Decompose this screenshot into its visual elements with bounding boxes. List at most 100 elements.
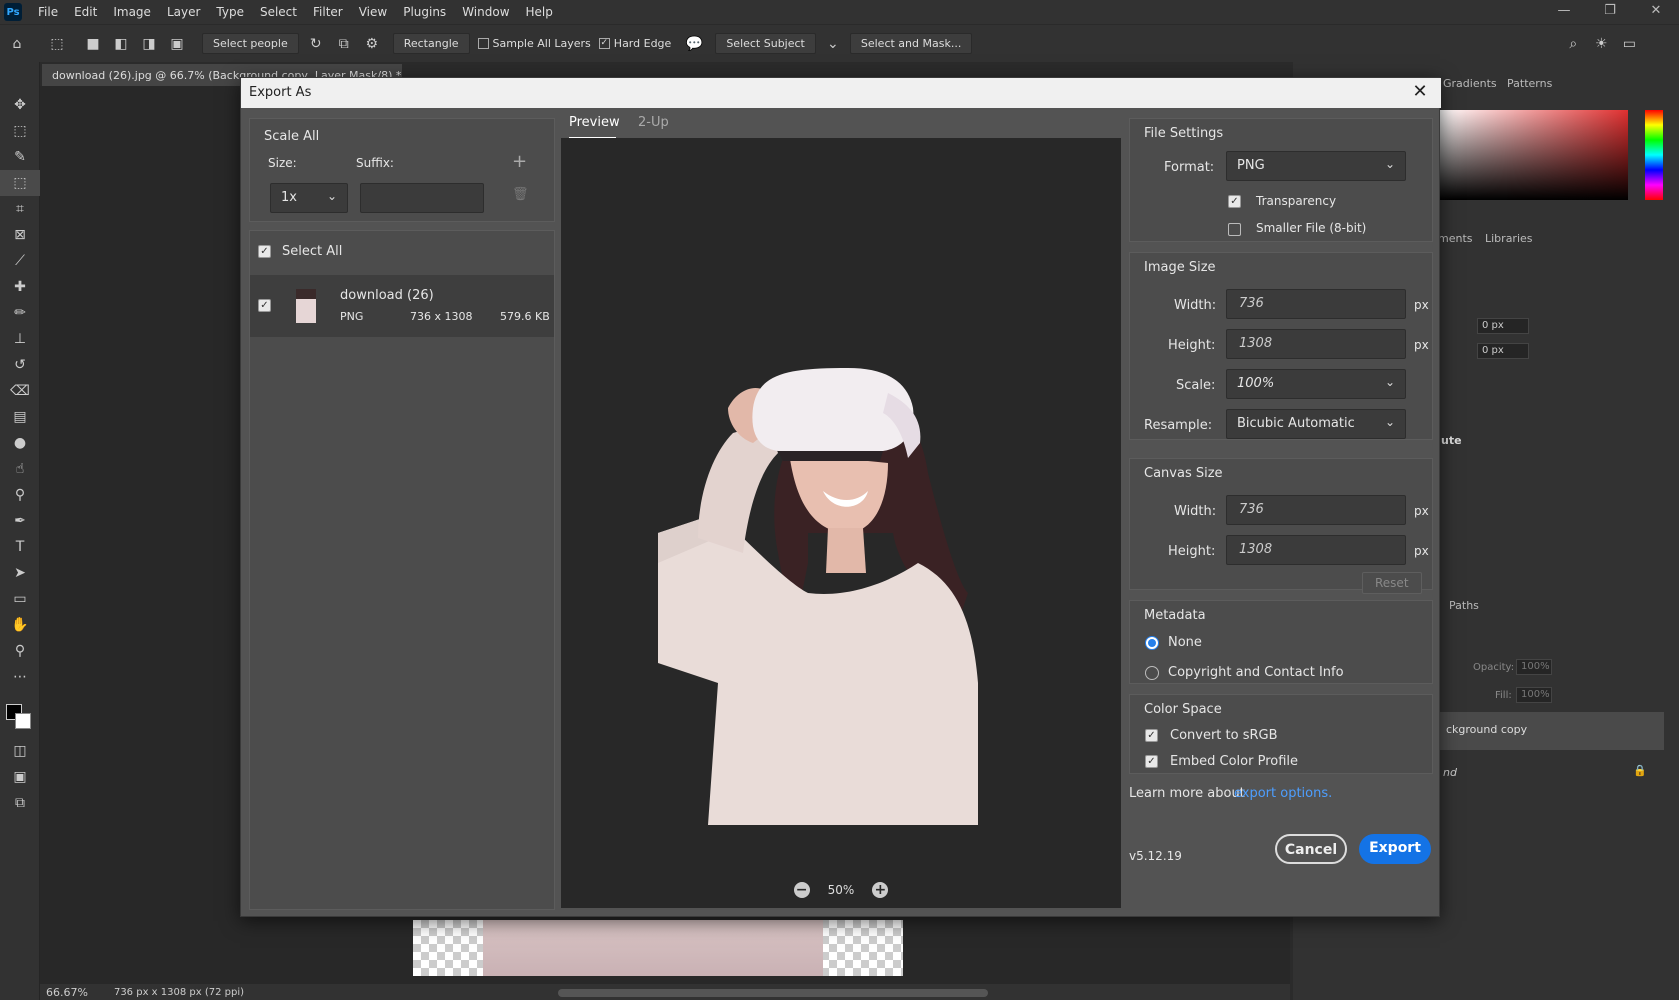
y-position-input[interactable]: 0 px xyxy=(1477,343,1529,359)
menu-image[interactable]: Image xyxy=(105,5,159,19)
discover-icon[interactable]: ☀ xyxy=(1590,33,1612,55)
history-brush-icon[interactable]: ↺ xyxy=(0,352,40,378)
image-height-input[interactable]: 1308 xyxy=(1226,329,1406,359)
menu-filter[interactable]: Filter xyxy=(305,5,351,19)
select-all-checkbox[interactable]: ✓ xyxy=(258,245,271,258)
asset-row[interactable]: ✓ download (26) PNG 736 x 1308 579.6 KB xyxy=(250,275,554,337)
convert-srgb-checkbox[interactable]: ✓ xyxy=(1145,729,1158,742)
maximize-button[interactable]: ❐ xyxy=(1587,0,1633,24)
rectangle-tool-icon[interactable]: ▭ xyxy=(0,586,40,612)
menu-plugins[interactable]: Plugins xyxy=(395,5,454,19)
healing-brush-icon[interactable]: ✚ xyxy=(0,274,40,300)
menu-type[interactable]: Type xyxy=(208,5,252,19)
eraser-tool-icon[interactable]: ⌫ xyxy=(0,378,40,404)
size-dropdown[interactable]: 1x ⌄ xyxy=(270,183,348,213)
search-icon[interactable]: ⌕ xyxy=(1562,33,1584,55)
menu-edit[interactable]: Edit xyxy=(66,5,105,19)
marquee-tool-icon[interactable]: ⬚ xyxy=(0,118,40,144)
resample-dropdown[interactable]: Bicubic Automatic ⌄ xyxy=(1226,409,1406,439)
select-and-mask-button[interactable]: Select and Mask... xyxy=(849,33,973,54)
menu-view[interactable]: View xyxy=(351,5,395,19)
opacity-input[interactable]: 100% xyxy=(1516,659,1552,675)
path-selection-icon[interactable]: ➤ xyxy=(0,560,40,586)
intersect-selection-icon[interactable]: ▣ xyxy=(166,33,188,55)
layer-name-background[interactable]: nd xyxy=(1443,766,1457,779)
select-subject-button[interactable]: Select Subject xyxy=(715,33,816,54)
format-dropdown[interactable]: PNG ⌄ xyxy=(1226,151,1406,181)
smudge-tool-icon[interactable]: ☝ xyxy=(0,456,40,482)
eyedropper-tool-icon[interactable]: ⟋ xyxy=(0,248,40,274)
screen-mode-icon[interactable]: ▣ xyxy=(0,764,40,790)
mode-dropdown[interactable]: Rectangle xyxy=(392,33,470,54)
chevron-down-icon[interactable]: ⌄ xyxy=(822,33,844,55)
frame-tool-icon[interactable]: ⊠ xyxy=(0,222,40,248)
tab-gradients[interactable]: Gradients xyxy=(1443,77,1497,90)
suffix-input[interactable] xyxy=(360,183,484,213)
hard-edge-checkbox[interactable]: ✓ Hard Edge xyxy=(598,37,671,50)
brush-tool-icon[interactable]: ✏ xyxy=(0,300,40,326)
close-icon[interactable]: ✕ xyxy=(1409,81,1431,103)
crop-tool-icon[interactable]: ⌗ xyxy=(0,196,40,222)
menu-layer[interactable]: Layer xyxy=(159,5,208,19)
object-selection-tool-icon[interactable]: ⬚ xyxy=(0,170,40,196)
hand-tool-icon[interactable]: ✋ xyxy=(0,612,40,638)
zoom-level[interactable]: 66.67% xyxy=(46,986,88,999)
sample-all-layers-checkbox[interactable]: Sample All Layers xyxy=(477,37,591,50)
layer-row-background-copy[interactable]: ckground copy xyxy=(1440,712,1664,750)
new-selection-icon[interactable]: ■ xyxy=(82,33,104,55)
close-window-button[interactable]: ✕ xyxy=(1633,0,1679,24)
canvas-height-input[interactable]: 1308 xyxy=(1226,535,1406,565)
asset-checkbox[interactable]: ✓ xyxy=(258,299,271,312)
type-tool-icon[interactable]: T xyxy=(0,534,40,560)
hue-slider[interactable] xyxy=(1645,110,1663,200)
menu-help[interactable]: Help xyxy=(518,5,561,19)
smaller-file-checkbox[interactable] xyxy=(1228,223,1241,236)
transparency-checkbox[interactable]: ✓ xyxy=(1228,195,1241,208)
trash-icon[interactable]: 🗑 xyxy=(512,187,529,202)
zoom-in-icon[interactable]: + xyxy=(872,882,889,898)
tab-patterns[interactable]: Patterns xyxy=(1507,77,1552,90)
transform-icon[interactable]: ⧉ xyxy=(333,33,355,55)
export-options-link[interactable]: export options. xyxy=(1234,786,1332,801)
minimize-button[interactable]: — xyxy=(1541,0,1587,24)
export-button[interactable]: Export xyxy=(1359,834,1431,864)
share-icon[interactable]: ⧉ xyxy=(0,790,40,816)
more-tools-icon[interactable]: ⋯ xyxy=(0,664,40,690)
add-scale-icon[interactable]: + xyxy=(512,151,527,172)
quick-mask-icon[interactable]: ◫ xyxy=(0,738,40,764)
object-selection-tool-icon[interactable]: ⬚ xyxy=(46,33,68,55)
pen-tool-icon[interactable]: ✒ xyxy=(0,508,40,534)
zoom-out-icon[interactable]: − xyxy=(793,882,810,898)
blur-tool-icon[interactable]: ● xyxy=(0,430,40,456)
scale-dropdown[interactable]: 100% ⌄ xyxy=(1226,369,1406,399)
gear-icon[interactable]: ⚙ xyxy=(361,33,383,55)
tab-2-up[interactable]: 2-Up xyxy=(638,115,669,130)
fill-input[interactable]: 100% xyxy=(1516,687,1552,703)
layer-lock-icon[interactable]: 🔒 xyxy=(1633,764,1647,777)
image-width-input[interactable]: 736 xyxy=(1226,289,1406,319)
x-position-input[interactable]: 0 px xyxy=(1477,318,1529,334)
menu-file[interactable]: File xyxy=(30,5,66,19)
dodge-tool-icon[interactable]: ⚲ xyxy=(0,482,40,508)
gradient-tool-icon[interactable]: ▤ xyxy=(0,404,40,430)
zoom-tool-icon[interactable]: ⚲ xyxy=(0,638,40,664)
tab-preview[interactable]: Preview xyxy=(569,115,620,130)
subtract-selection-icon[interactable]: ◨ xyxy=(138,33,160,55)
comment-icon[interactable]: 💬 xyxy=(683,33,705,55)
horizontal-scrollbar[interactable] xyxy=(558,989,988,997)
home-icon[interactable]: ⌂ xyxy=(6,33,28,55)
lasso-tool-icon[interactable]: ✎ xyxy=(0,144,40,170)
canvas-width-input[interactable]: 736 xyxy=(1226,495,1406,525)
tab-adjustments[interactable]: ments xyxy=(1438,232,1473,245)
color-picker-field[interactable] xyxy=(1440,110,1628,200)
refresh-icon[interactable]: ↻ xyxy=(305,33,327,55)
menu-window[interactable]: Window xyxy=(454,5,517,19)
tab-paths[interactable]: Paths xyxy=(1449,599,1479,612)
metadata-copyright-radio[interactable] xyxy=(1145,666,1159,680)
metadata-none-radio[interactable] xyxy=(1145,636,1159,650)
workspace-icon[interactable]: ▭ xyxy=(1618,33,1640,55)
embed-profile-checkbox[interactable]: ✓ xyxy=(1145,755,1158,768)
cancel-button[interactable]: Cancel xyxy=(1275,834,1347,864)
menu-select[interactable]: Select xyxy=(252,5,305,19)
stamp-tool-icon[interactable]: ⊥ xyxy=(0,326,40,352)
